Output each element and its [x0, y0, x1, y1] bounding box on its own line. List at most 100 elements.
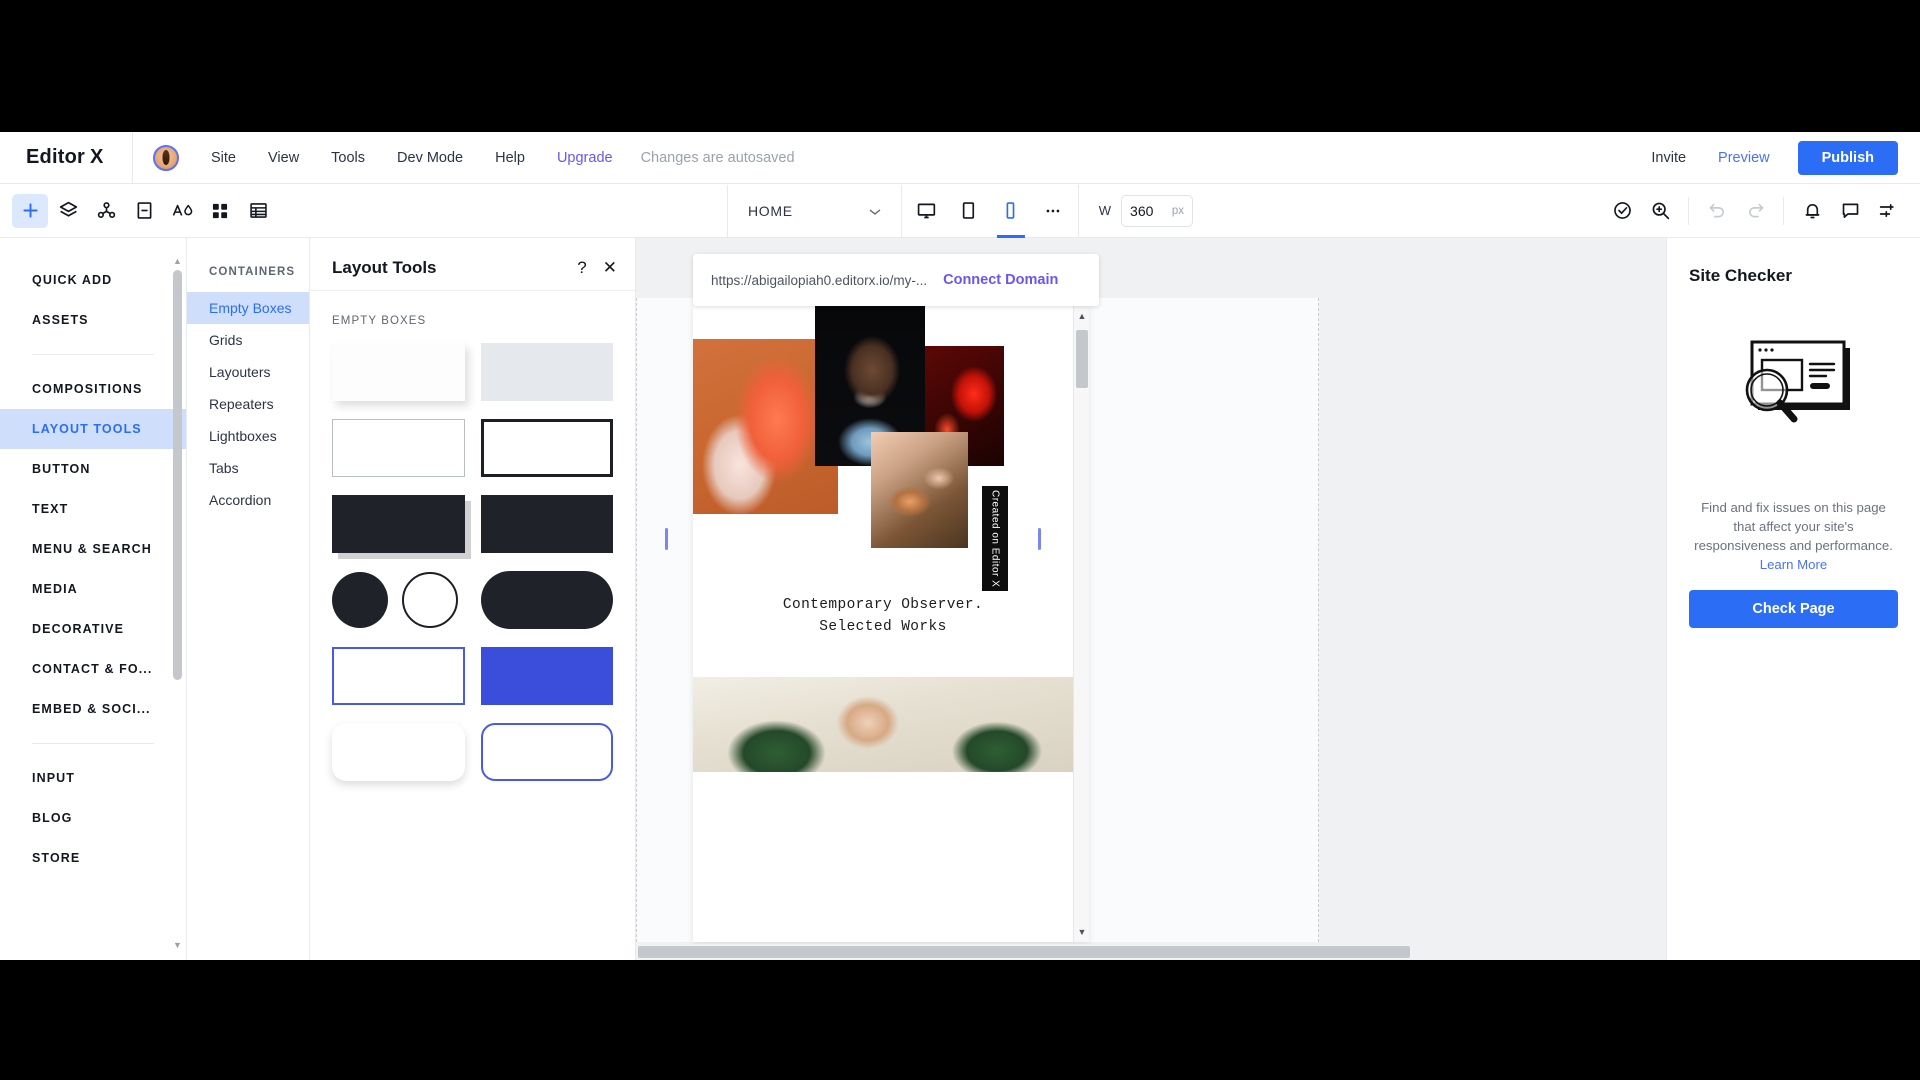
close-icon[interactable]: ✕: [603, 259, 617, 276]
more-devices-button[interactable]: [1034, 184, 1072, 238]
width-control: W 360 px: [1079, 195, 1193, 227]
publish-button[interactable]: Publish: [1798, 141, 1898, 175]
theme-manager-icon[interactable]: [164, 194, 200, 228]
comments-icon[interactable]: [1832, 194, 1868, 228]
scrollbar-thumb[interactable]: [173, 270, 182, 680]
shape-circle-dark-fill[interactable]: [332, 572, 388, 628]
subitem-tabs[interactable]: Tabs: [187, 452, 309, 484]
collage-photo-4: [871, 432, 968, 548]
sidebar-item-layout-tools[interactable]: LAYOUT TOOLS: [0, 409, 186, 449]
sidebar-item-media[interactable]: MEDIA: [0, 569, 186, 609]
menu-item-site[interactable]: Site: [195, 144, 252, 172]
shape-box-rounded-shadow[interactable]: [332, 723, 465, 781]
sidebar-item-compositions[interactable]: COMPOSITIONS: [0, 369, 186, 409]
settings-icon[interactable]: [1870, 194, 1906, 228]
canvas-guide-left[interactable]: [665, 528, 668, 550]
shape-box-dark-fill[interactable]: [481, 495, 614, 553]
sidebar-item-embed-social[interactable]: EMBED & SOCI...: [0, 689, 186, 729]
site-url-bar: https://abigailopiah0.editorx.io/my-... …: [693, 254, 1099, 306]
sidebar-item-button[interactable]: BUTTON: [0, 449, 186, 489]
shape-box-dark-shadow[interactable]: [332, 495, 465, 553]
shape-box-blue-rounded-outline[interactable]: [481, 723, 614, 781]
zoom-icon[interactable]: [1642, 194, 1678, 228]
menu-item-tools[interactable]: Tools: [315, 144, 381, 172]
canvas-horizontal-scrollbar[interactable]: [636, 944, 1412, 960]
sidebar-item-input[interactable]: INPUT: [0, 758, 186, 798]
scroll-down-icon[interactable]: ▼: [173, 940, 182, 950]
menu-item-view[interactable]: View: [252, 144, 315, 172]
panel-title: Layout Tools: [332, 258, 437, 278]
redo-icon[interactable]: [1737, 194, 1773, 228]
apps-icon[interactable]: [202, 194, 238, 228]
section-icon[interactable]: [126, 194, 162, 228]
subitem-accordion[interactable]: Accordion: [187, 484, 309, 516]
shape-box-thin-outline[interactable]: [332, 419, 465, 477]
scroll-up-icon[interactable]: ▲: [173, 256, 182, 266]
sidebar-item-menu-search[interactable]: MENU & SEARCH: [0, 529, 186, 569]
site-scroll-up-icon[interactable]: ▲: [1074, 308, 1089, 324]
width-input[interactable]: 360 px: [1121, 195, 1193, 227]
created-on-editorx-badge[interactable]: Created on Editor X: [982, 486, 1008, 591]
editor-body: QUICK ADD ASSETS COMPOSITIONS LAYOUT TOO…: [0, 238, 1920, 960]
canvas-area[interactable]: https://abigailopiah0.editorx.io/my-... …: [636, 238, 1666, 960]
width-value: 360: [1130, 203, 1153, 219]
avatar[interactable]: [153, 145, 179, 171]
subitem-lightboxes[interactable]: Lightboxes: [187, 420, 309, 452]
shape-box-white-shadow[interactable]: [332, 343, 465, 401]
canvas-scrollbar-thumb[interactable]: [638, 946, 1410, 958]
sidebar-item-text[interactable]: TEXT: [0, 489, 186, 529]
shape-circles-row[interactable]: [332, 571, 465, 629]
interactions-icon[interactable]: [88, 194, 124, 228]
upgrade-link[interactable]: Upgrade: [541, 144, 629, 172]
panel-section-label: EMPTY BOXES: [310, 291, 635, 335]
preview-button[interactable]: Preview: [1702, 144, 1786, 172]
shape-pill-dark-fill[interactable]: [481, 571, 614, 629]
shape-circle-outline[interactable]: [402, 572, 458, 628]
subitem-layouters[interactable]: Layouters: [187, 356, 309, 388]
notifications-icon[interactable]: [1794, 194, 1830, 228]
top-bar: Editor X Site View Tools Dev Mode Help U…: [0, 132, 1920, 184]
hero-collage: Created on Editor X: [693, 306, 1073, 576]
shape-box-blue-fill[interactable]: [481, 647, 614, 705]
layers-icon[interactable]: [50, 194, 86, 228]
sidebar-divider-2: [32, 743, 154, 744]
site-checker-icon[interactable]: [1604, 194, 1640, 228]
sidebar-item-store[interactable]: STORE: [0, 838, 186, 878]
connect-domain-link[interactable]: Connect Domain: [943, 272, 1058, 288]
learn-more-link[interactable]: Learn More: [1760, 557, 1827, 572]
device-desktop-button[interactable]: [908, 184, 946, 238]
empty-boxes-grid: [310, 335, 635, 801]
sidebar-scrollbar[interactable]: ▲ ▼: [173, 256, 182, 950]
sidebar-item-quick-add[interactable]: QUICK ADD: [0, 260, 186, 300]
subitem-repeaters[interactable]: Repeaters: [187, 388, 309, 420]
undo-icon[interactable]: [1699, 194, 1735, 228]
site-scrollbar-thumb[interactable]: [1076, 330, 1088, 388]
canvas-guide-right[interactable]: [1038, 528, 1041, 550]
mobile-preview-frame[interactable]: Created on Editor X Contemporary Observe…: [693, 306, 1089, 942]
subitem-grids[interactable]: Grids: [187, 324, 309, 356]
shape-box-blue-outline[interactable]: [332, 647, 465, 705]
page-selector[interactable]: HOME: [728, 184, 901, 238]
sidebar-item-decorative[interactable]: DECORATIVE: [0, 609, 186, 649]
device-mobile-button[interactable]: [992, 184, 1030, 238]
shape-box-thick-outline[interactable]: [481, 419, 614, 477]
app-logo: Editor X: [0, 146, 132, 169]
sidebar-item-contact-forms[interactable]: CONTACT & FO...: [0, 649, 186, 689]
site-scroll-down-icon[interactable]: ▼: [1074, 924, 1089, 940]
menu-item-dev-mode[interactable]: Dev Mode: [381, 144, 479, 172]
menu-item-help[interactable]: Help: [479, 144, 541, 172]
table-icon[interactable]: [240, 194, 276, 228]
device-switcher: [902, 184, 1078, 238]
shape-box-gray-fill[interactable]: [481, 343, 614, 401]
device-tablet-button[interactable]: [950, 184, 988, 238]
site-preview-scrollbar[interactable]: ▲ ▼: [1073, 306, 1089, 942]
invite-button[interactable]: Invite: [1635, 144, 1702, 172]
width-label: W: [1099, 203, 1111, 218]
chevron-down-icon: [869, 203, 881, 219]
check-page-button[interactable]: Check Page: [1689, 590, 1898, 628]
add-icon[interactable]: [12, 194, 48, 228]
sidebar-item-assets[interactable]: ASSETS: [0, 300, 186, 340]
help-icon[interactable]: ?: [577, 258, 586, 278]
sidebar-item-blog[interactable]: BLOG: [0, 798, 186, 838]
subitem-empty-boxes[interactable]: Empty Boxes: [187, 292, 309, 324]
